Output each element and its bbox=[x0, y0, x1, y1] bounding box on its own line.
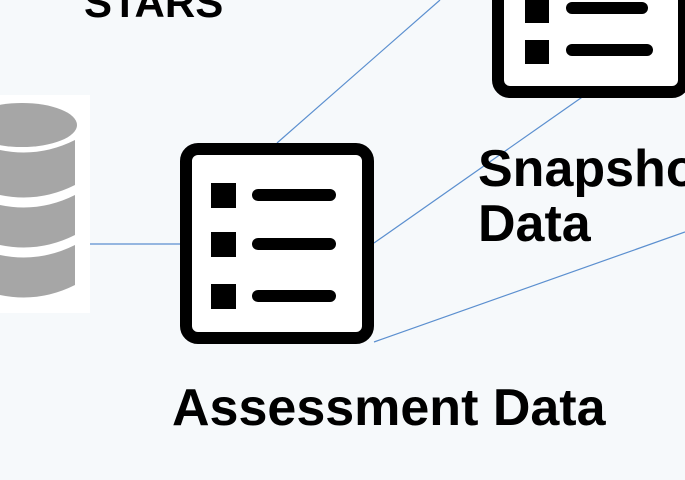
diagram-canvas: STARS Snapshot Data Assessment Data bbox=[0, 0, 685, 480]
assessment-document-icon bbox=[180, 143, 374, 344]
database-icon bbox=[0, 95, 90, 313]
snapshot-document-icon bbox=[492, 0, 685, 98]
connector-assessment-to-stars bbox=[276, 0, 441, 144]
stars-label: STARS bbox=[84, 0, 224, 26]
assessment-data-label: Assessment Data bbox=[172, 379, 606, 437]
snapshot-data-label: Snapshot Data bbox=[478, 140, 685, 253]
